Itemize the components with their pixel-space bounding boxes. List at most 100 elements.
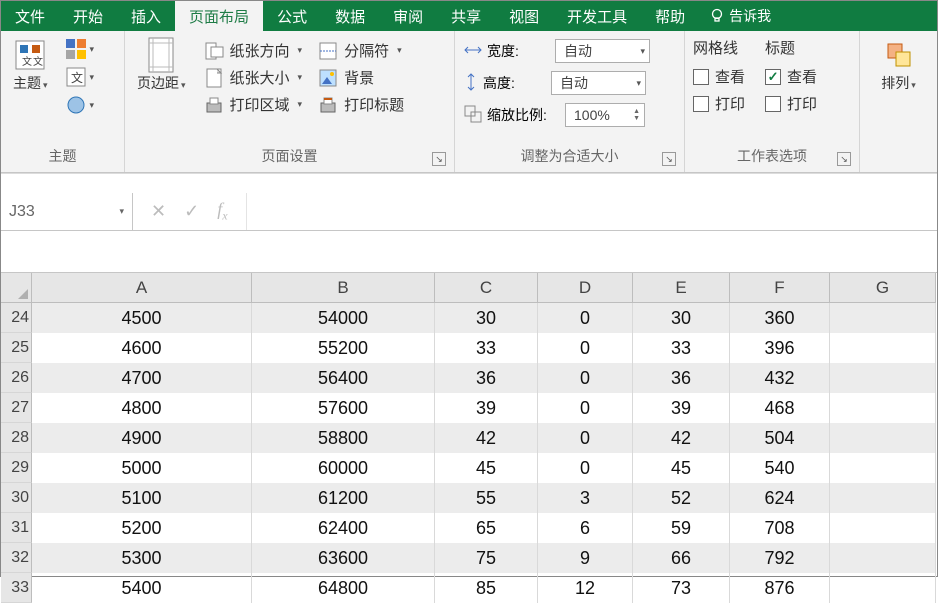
tab-开发工具[interactable]: 开发工具 bbox=[553, 1, 641, 31]
background-button[interactable]: 背景 bbox=[316, 64, 406, 91]
print-titles-button[interactable]: 打印标题 bbox=[316, 91, 406, 118]
column-header-C[interactable]: C bbox=[435, 273, 538, 303]
tab-数据[interactable]: 数据 bbox=[321, 1, 379, 31]
cell-F30[interactable]: 624 bbox=[730, 483, 830, 513]
cell-G28[interactable] bbox=[830, 423, 936, 453]
cell-C26[interactable]: 36 bbox=[435, 363, 538, 393]
gridlines-print-checkbox[interactable]: 打印 bbox=[693, 93, 745, 114]
cell-C24[interactable]: 30 bbox=[435, 303, 538, 333]
cell-E32[interactable]: 66 bbox=[633, 543, 730, 573]
tab-文件[interactable]: 文件 bbox=[1, 1, 59, 31]
cell-C29[interactable]: 45 bbox=[435, 453, 538, 483]
spinner-down-icon[interactable]: ▼ bbox=[633, 115, 640, 122]
cell-B29[interactable]: 60000 bbox=[252, 453, 435, 483]
scale-input[interactable]: 100%▲▼ bbox=[565, 103, 645, 127]
cell-G32[interactable] bbox=[830, 543, 936, 573]
row-header-25[interactable]: 25 bbox=[1, 333, 32, 363]
cell-E26[interactable]: 36 bbox=[633, 363, 730, 393]
cell-C33[interactable]: 85 bbox=[435, 573, 538, 603]
theme-effects-button[interactable]: ▾ bbox=[64, 93, 97, 117]
tab-审阅[interactable]: 审阅 bbox=[379, 1, 437, 31]
cell-G29[interactable] bbox=[830, 453, 936, 483]
cell-A28[interactable]: 4900 bbox=[32, 423, 252, 453]
cell-A32[interactable]: 5300 bbox=[32, 543, 252, 573]
column-header-F[interactable]: F bbox=[730, 273, 830, 303]
cell-E30[interactable]: 52 bbox=[633, 483, 730, 513]
themes-button[interactable]: 文文 主题▾ bbox=[9, 37, 52, 95]
cell-B24[interactable]: 54000 bbox=[252, 303, 435, 333]
cell-C28[interactable]: 42 bbox=[435, 423, 538, 453]
cell-E24[interactable]: 30 bbox=[633, 303, 730, 333]
column-header-E[interactable]: E bbox=[633, 273, 730, 303]
cell-D30[interactable]: 3 bbox=[538, 483, 633, 513]
cell-D31[interactable]: 6 bbox=[538, 513, 633, 543]
cell-A27[interactable]: 4800 bbox=[32, 393, 252, 423]
cell-F26[interactable]: 432 bbox=[730, 363, 830, 393]
height-select[interactable]: 自动▾ bbox=[551, 71, 646, 95]
cell-A31[interactable]: 5200 bbox=[32, 513, 252, 543]
theme-fonts-button[interactable]: 文 ▾ bbox=[64, 65, 97, 89]
breaks-button[interactable]: 分隔符▾ bbox=[316, 37, 406, 64]
column-header-D[interactable]: D bbox=[538, 273, 633, 303]
cell-C31[interactable]: 65 bbox=[435, 513, 538, 543]
orientation-button[interactable]: 纸张方向▾ bbox=[202, 37, 305, 64]
column-header-A[interactable]: A bbox=[32, 273, 252, 303]
cell-D33[interactable]: 12 bbox=[538, 573, 633, 603]
cell-A33[interactable]: 5400 bbox=[32, 573, 252, 603]
cell-D25[interactable]: 0 bbox=[538, 333, 633, 363]
cell-B28[interactable]: 58800 bbox=[252, 423, 435, 453]
cell-E29[interactable]: 45 bbox=[633, 453, 730, 483]
column-header-G[interactable]: G bbox=[830, 273, 936, 303]
cell-A24[interactable]: 4500 bbox=[32, 303, 252, 333]
tab-视图[interactable]: 视图 bbox=[495, 1, 553, 31]
page-setup-dialog-launcher[interactable]: ↘ bbox=[432, 152, 446, 166]
width-select[interactable]: 自动▾ bbox=[555, 39, 650, 63]
cell-E28[interactable]: 42 bbox=[633, 423, 730, 453]
cell-F31[interactable]: 708 bbox=[730, 513, 830, 543]
gridlines-view-checkbox[interactable]: 查看 bbox=[693, 66, 745, 87]
tab-帮助[interactable]: 帮助 bbox=[641, 1, 699, 31]
cell-A25[interactable]: 4600 bbox=[32, 333, 252, 363]
cell-B30[interactable]: 61200 bbox=[252, 483, 435, 513]
cell-C25[interactable]: 33 bbox=[435, 333, 538, 363]
cell-G26[interactable] bbox=[830, 363, 936, 393]
row-header-30[interactable]: 30 bbox=[1, 483, 32, 513]
row-header-33[interactable]: 33 bbox=[1, 573, 32, 603]
tab-插入[interactable]: 插入 bbox=[117, 1, 175, 31]
cell-G24[interactable] bbox=[830, 303, 936, 333]
scale-dialog-launcher[interactable]: ↘ bbox=[662, 152, 676, 166]
cell-B27[interactable]: 57600 bbox=[252, 393, 435, 423]
tab-公式[interactable]: 公式 bbox=[263, 1, 321, 31]
headings-print-checkbox[interactable]: 打印 bbox=[765, 93, 817, 114]
cell-G31[interactable] bbox=[830, 513, 936, 543]
cell-C30[interactable]: 55 bbox=[435, 483, 538, 513]
cell-E33[interactable]: 73 bbox=[633, 573, 730, 603]
cancel-formula-icon[interactable]: ✕ bbox=[151, 201, 166, 222]
cell-D29[interactable]: 0 bbox=[538, 453, 633, 483]
cell-F33[interactable]: 876 bbox=[730, 573, 830, 603]
size-button[interactable]: 纸张大小▾ bbox=[202, 64, 305, 91]
cell-F32[interactable]: 792 bbox=[730, 543, 830, 573]
enter-formula-icon[interactable]: ✓ bbox=[184, 201, 199, 222]
name-box[interactable]: J33 ▾ bbox=[1, 193, 133, 230]
spinner-up-icon[interactable]: ▲ bbox=[633, 108, 640, 115]
cell-G25[interactable] bbox=[830, 333, 936, 363]
cell-B26[interactable]: 56400 bbox=[252, 363, 435, 393]
tab-页面布局[interactable]: 页面布局 bbox=[175, 1, 263, 31]
cell-F25[interactable]: 396 bbox=[730, 333, 830, 363]
cell-G33[interactable] bbox=[830, 573, 936, 603]
cell-D32[interactable]: 9 bbox=[538, 543, 633, 573]
cell-D26[interactable]: 0 bbox=[538, 363, 633, 393]
tab-开始[interactable]: 开始 bbox=[59, 1, 117, 31]
cell-F27[interactable]: 468 bbox=[730, 393, 830, 423]
cell-G30[interactable] bbox=[830, 483, 936, 513]
arrange-button[interactable]: 排列▾ bbox=[877, 37, 920, 95]
cell-A30[interactable]: 5100 bbox=[32, 483, 252, 513]
cell-A29[interactable]: 5000 bbox=[32, 453, 252, 483]
cell-B25[interactable]: 55200 bbox=[252, 333, 435, 363]
cell-F29[interactable]: 540 bbox=[730, 453, 830, 483]
formula-input[interactable] bbox=[247, 193, 937, 230]
cell-B31[interactable]: 62400 bbox=[252, 513, 435, 543]
row-header-24[interactable]: 24 bbox=[1, 303, 32, 333]
fx-icon[interactable]: fx bbox=[217, 199, 227, 224]
